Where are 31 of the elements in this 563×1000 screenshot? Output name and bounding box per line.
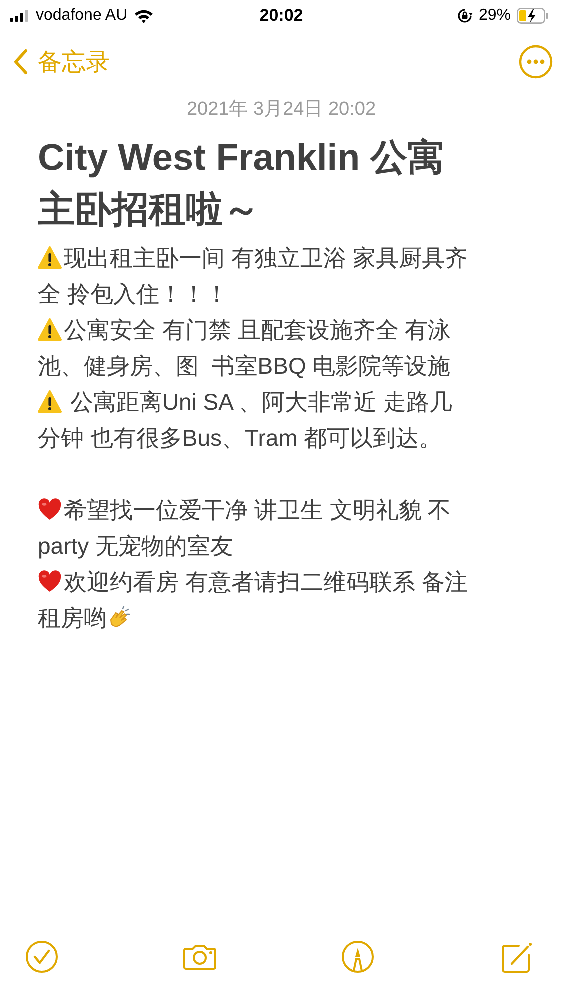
chevron-left-icon (14, 49, 28, 75)
carrier-name: vodafone AU (36, 7, 128, 25)
note-date: 2021年 3月24日 20:02 (186, 98, 378, 122)
back-button[interactable]: 备忘录 (14, 46, 110, 78)
status-time: 20:02 (258, 6, 304, 26)
note-text-line: 公寓距离Uni SA 、阿大非常近 走路几 (69, 388, 452, 417)
signal-icon (10, 10, 30, 22)
heart-icon (38, 570, 62, 594)
note-text-line: 分钟 也有很多Bus、Tram 都可以到达。 (38, 424, 442, 453)
compose-icon[interactable] (499, 940, 533, 974)
note-text-line: party 无宠物的室友 (38, 532, 234, 561)
note-text-line: 现出租主卧一间 有独立卫浴 家具厨具齐 (64, 244, 468, 273)
warning-icon (38, 246, 62, 270)
rotation-lock-icon (456, 8, 473, 24)
note-text-line: 租房哟 (38, 604, 107, 633)
note-text-line: 全 拎包入住！！！ (38, 280, 228, 309)
battery-charging-icon (517, 8, 549, 24)
pen-tip-icon[interactable] (341, 940, 375, 974)
warning-icon (38, 390, 62, 414)
heart-icon (38, 498, 62, 522)
note-text-line: 池、健身房、图 书室BBQ 电影院等设施 (38, 352, 451, 381)
warning-icon (38, 318, 62, 342)
wifi-icon (134, 8, 154, 24)
note-text-line: 希望找一位爱干净 讲卫生 文明礼貌 不 (64, 496, 452, 525)
more-icon[interactable] (519, 45, 553, 79)
battery-percent: 29% (478, 7, 511, 25)
checklist-icon[interactable] (25, 940, 59, 974)
note-text-line: 公寓安全 有门禁 且配套设施齐全 有泳 (64, 316, 452, 345)
note-text-line: 欢迎约看房 有意者请扫二维码联系 备注 (64, 568, 468, 597)
note-title: 主卧招租啦～ (38, 188, 261, 232)
note-title: City West Franklin 公寓 (38, 136, 446, 180)
